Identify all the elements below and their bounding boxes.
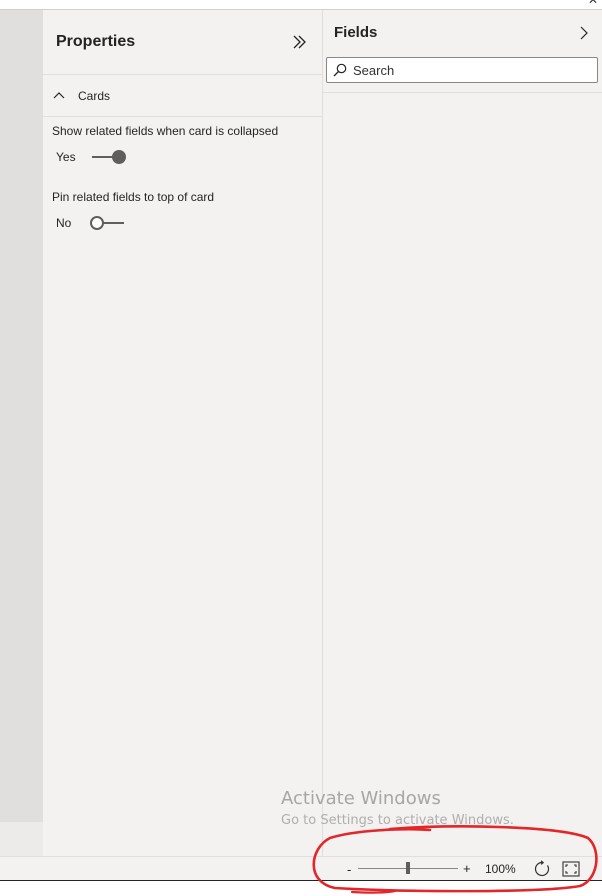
fields-search-box[interactable] xyxy=(326,57,598,83)
double-chevron-right-icon xyxy=(293,35,306,49)
show-related-fields-toggle[interactable] xyxy=(90,149,126,165)
toggle-state-label: Yes xyxy=(56,150,76,164)
properties-title: Properties xyxy=(56,33,136,50)
setting-label: Pin related fields to top of card xyxy=(52,190,215,204)
toggle-row: Yes xyxy=(52,146,313,168)
toggle-knob xyxy=(90,216,104,230)
setting-pin-related-fields: Pin related fields to top of card No xyxy=(43,190,322,234)
cards-section-label: Cards xyxy=(78,88,111,103)
zoom-in-button[interactable]: + xyxy=(463,861,471,876)
taskbar-edge xyxy=(0,880,602,896)
report-canvas-edge xyxy=(0,10,43,822)
chevron-right-icon[interactable] xyxy=(576,25,592,41)
search-icon xyxy=(333,63,347,77)
toggle-row: No xyxy=(52,212,313,234)
fields-search-input[interactable] xyxy=(353,62,573,78)
fields-divider xyxy=(323,92,602,93)
close-icon[interactable]: ✕ xyxy=(588,0,598,7)
properties-pane: Properties Cards Show related fields whe… xyxy=(43,10,323,856)
fit-to-page-icon[interactable] xyxy=(533,860,551,878)
toggle-state-label: No xyxy=(56,216,72,230)
fields-pane: Fields xyxy=(323,10,602,856)
setting-show-related-fields: Show related fields when card is collaps… xyxy=(43,124,322,168)
window-top-bar: ✕ xyxy=(0,0,602,10)
activate-windows-title: Activate Windows xyxy=(281,788,441,809)
fields-title: Fields xyxy=(334,24,378,41)
chevron-up-icon xyxy=(53,91,65,98)
expand-pane-button[interactable] xyxy=(288,31,310,53)
setting-label: Show related fields when card is collaps… xyxy=(52,124,279,138)
page-tabs-edge xyxy=(0,822,43,856)
activate-windows-subtitle: Go to Settings to activate Windows. xyxy=(281,813,514,828)
zoom-slider-thumb[interactable] xyxy=(406,862,410,874)
pin-related-fields-toggle[interactable] xyxy=(90,215,126,231)
cards-section-header[interactable]: Cards xyxy=(43,75,322,117)
fullscreen-icon[interactable] xyxy=(562,861,580,877)
properties-header: Properties xyxy=(43,10,322,75)
zoom-out-button[interactable]: - xyxy=(347,862,351,877)
fields-header: Fields xyxy=(323,10,602,55)
toggle-knob xyxy=(112,150,126,164)
zoom-level-label[interactable]: 100% xyxy=(485,862,516,876)
